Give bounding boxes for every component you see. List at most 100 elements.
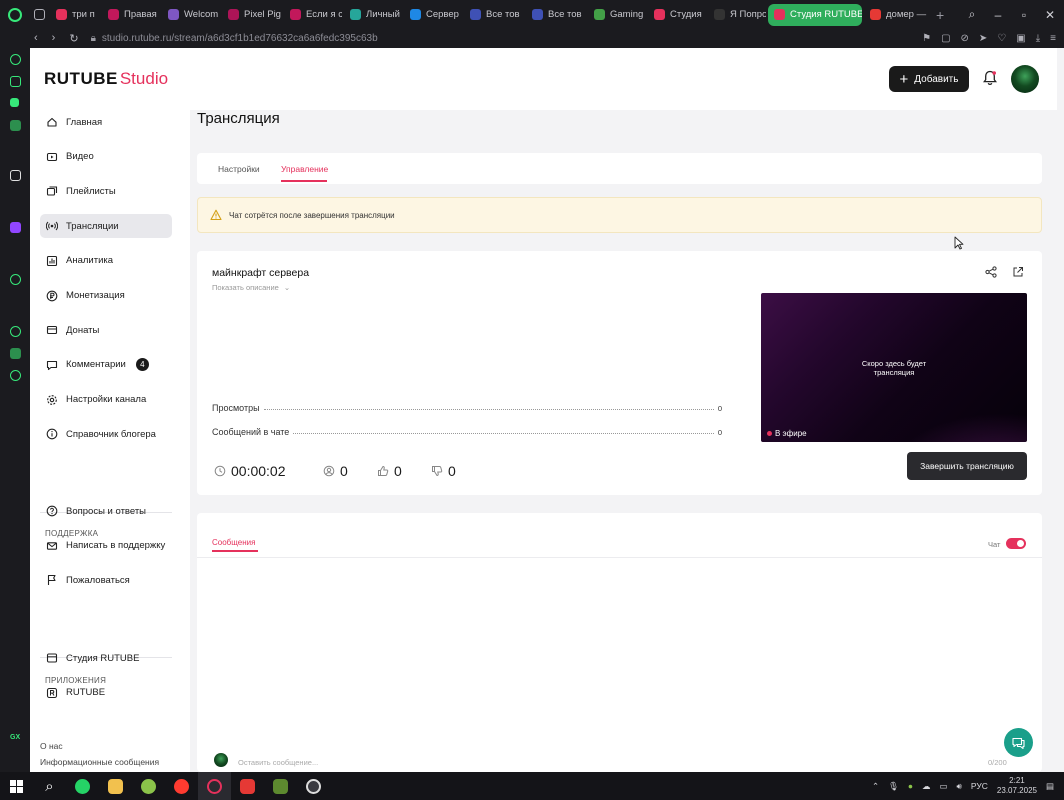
maximize-icon[interactable]: ▫ <box>1018 8 1030 22</box>
stream-preview[interactable]: Скоро здесь будет трансляция В эфире <box>761 293 1027 442</box>
browser-tab[interactable]: домер — <box>864 4 928 26</box>
chat-toggle[interactable] <box>1006 538 1026 549</box>
sidebar-app-icon[interactable] <box>10 76 21 87</box>
tab-messages[interactable]: Сообщения <box>212 538 255 547</box>
url-field[interactable]: studio.rutube.ru/stream/a6d3cf1b1ed76632… <box>102 33 378 44</box>
sidebar-app-icon[interactable] <box>10 98 19 107</box>
end-stream-button[interactable]: Завершить трансляцию <box>907 452 1027 480</box>
tab-management[interactable]: Управление <box>281 164 328 174</box>
page-scrollbar[interactable] <box>1057 48 1064 772</box>
explorer-icon[interactable] <box>99 772 132 800</box>
browser-tab[interactable]: Я Попро <box>708 4 766 26</box>
tray-expand-icon[interactable]: ⌃ <box>872 781 879 792</box>
sidebar-item-analytics[interactable]: Аналитика <box>40 249 172 273</box>
new-tab-button[interactable]: + <box>928 7 952 23</box>
browser-tab[interactable]: Студия RUTUBE✕ <box>768 3 862 26</box>
opera-gx-icon[interactable] <box>198 772 231 800</box>
back-icon[interactable]: ‹ <box>34 32 38 45</box>
sidebar-app-icon[interactable] <box>10 348 21 359</box>
add-button[interactable]: + Добавить <box>889 66 969 92</box>
footer-info-link[interactable]: Информационные сообщения <box>40 757 159 767</box>
brand-logo[interactable]: RUTUBE Studio <box>44 69 168 89</box>
notifications-icon[interactable]: ▤ <box>1046 781 1054 792</box>
sidebar-item-studio-app[interactable]: Студия RUTUBE <box>40 646 172 670</box>
whatsapp-icon[interactable] <box>66 772 99 800</box>
keyboard-language[interactable]: РУС <box>971 781 988 791</box>
start-icon[interactable] <box>0 772 33 800</box>
sidebar-item-comments[interactable]: Комментарии 4 <box>40 353 172 377</box>
taskbar-search-icon[interactable]: ⌕ <box>33 772 66 800</box>
microphone-icon[interactable]: 🎙︎ <box>888 781 899 792</box>
show-description-link[interactable]: Показать описание ⌄ <box>212 283 290 292</box>
sidebar-app-icon[interactable] <box>10 274 21 285</box>
browser-tab[interactable]: Правая <box>102 4 160 26</box>
forward-icon[interactable]: › <box>52 32 56 45</box>
network-icon[interactable]: ▭ <box>940 781 948 792</box>
heart-icon[interactable]: ♡ <box>997 33 1006 44</box>
clock[interactable]: 2:21 23.07.2025 <box>997 776 1037 796</box>
browser-tab[interactable]: Если я с <box>284 4 342 26</box>
wallet-icon[interactable]: ▣ <box>1016 33 1025 44</box>
browser-tab[interactable]: три п <box>50 4 100 26</box>
obs-icon[interactable] <box>297 772 330 800</box>
sidebar-app-icon[interactable] <box>10 54 21 65</box>
chat-message-input[interactable]: Оставить сообщение... <box>238 758 318 767</box>
sidebar-app-icon[interactable] <box>10 170 21 181</box>
sidebar-item-flag[interactable]: Пожаловаться <box>40 568 172 592</box>
browser-tab[interactable]: Сервер <box>404 4 462 26</box>
adblock-icon[interactable]: ⊘ <box>961 33 969 44</box>
browser-tab[interactable]: Все тов <box>464 4 524 26</box>
cloud-icon[interactable]: ☁︎ <box>922 781 931 792</box>
menu-icon[interactable]: ≡ <box>1050 33 1056 44</box>
sidebar-item-rutube-app[interactable]: RUTUBE <box>40 681 172 705</box>
app-green-icon[interactable] <box>132 772 165 800</box>
minecraft-icon[interactable] <box>264 772 297 800</box>
support-chat-button[interactable] <box>1004 728 1033 757</box>
minimize-icon[interactable]: – <box>992 8 1004 22</box>
sidebar-app-icon[interactable] <box>10 120 21 131</box>
sidebar-item-help[interactable]: Вопросы и ответы <box>40 499 172 523</box>
send-icon[interactable]: ➤ <box>979 33 987 44</box>
download-icon[interactable]: ⤓ <box>1036 33 1040 44</box>
share-icon[interactable] <box>985 266 997 278</box>
yandex-icon[interactable] <box>231 772 264 800</box>
volume-icon[interactable]: 🔊︎ <box>957 781 962 792</box>
browser-tab[interactable]: Gaming <box>588 4 646 26</box>
tab-settings[interactable]: Настройки <box>218 164 260 174</box>
browser-tab[interactable]: Welcom <box>162 4 220 26</box>
browser-tab[interactable]: Личный <box>344 4 402 26</box>
twitch-icon[interactable] <box>10 222 21 233</box>
browser-tab-overview-icon[interactable] <box>30 4 50 26</box>
gx-icon[interactable]: GX <box>10 734 21 745</box>
user-avatar[interactable] <box>1011 65 1039 93</box>
bookmark-icon[interactable]: ⚑ <box>922 33 931 44</box>
dislikes-value: 0 <box>448 463 456 479</box>
close-window-icon[interactable]: ✕ <box>1044 8 1056 22</box>
sidebar-item-playlist[interactable]: Плейлисты <box>40 179 172 203</box>
sidebar-item-gear[interactable]: Настройки канала <box>40 388 172 412</box>
settings-icon[interactable] <box>10 370 21 381</box>
gear-icon <box>47 394 57 405</box>
sidebar-item-label: Донаты <box>66 324 100 336</box>
browser-search-icon[interactable]: ⌕ <box>966 7 978 22</box>
lock-icon[interactable]: 🔒︎ <box>91 33 96 44</box>
sidebar-item-info[interactable]: Справочник блогера <box>40 422 172 446</box>
sidebar-item-video[interactable]: Видео <box>40 145 172 169</box>
sidebar-item-home[interactable]: Главная <box>40 110 172 134</box>
screenshot-icon[interactable]: ▢ <box>941 33 950 44</box>
browser-tab[interactable]: Все тов <box>526 4 586 26</box>
reload-icon[interactable]: ↻ <box>69 32 78 45</box>
sidebar-item-donate[interactable]: Донаты <box>40 318 172 342</box>
notifications-bell-icon[interactable] <box>981 69 999 87</box>
sidebar-item-broadcast[interactable]: Трансляции <box>40 214 172 239</box>
tray-app-icon[interactable]: ● <box>908 781 913 791</box>
sidebar-item-mail[interactable]: Написать в поддержку <box>40 534 172 558</box>
footer-about-link[interactable]: О нас <box>40 741 63 751</box>
sidebar-item-ruble[interactable]: Монетизация <box>40 284 172 308</box>
browser-tab[interactable]: Студия <box>648 4 706 26</box>
browser-tab[interactable]: Pixel Pig <box>222 4 282 26</box>
browser-logo-icon[interactable] <box>0 0 30 29</box>
sidebar-app-icon[interactable] <box>10 326 21 337</box>
yandex-browser-icon[interactable] <box>165 772 198 800</box>
external-link-icon[interactable] <box>1012 266 1024 278</box>
